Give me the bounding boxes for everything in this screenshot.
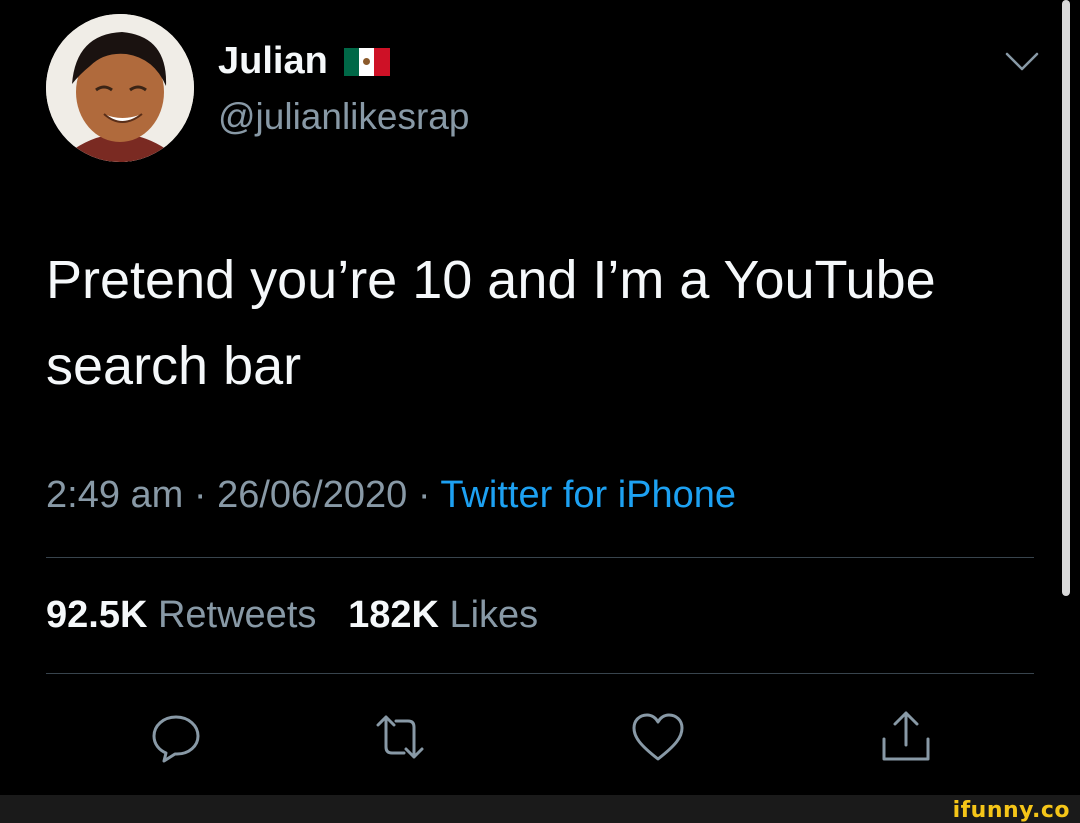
mexico-flag-icon [343,47,390,76]
author-name[interactable]: Julian [218,40,328,83]
share-icon[interactable] [876,707,936,767]
reply-icon[interactable] [146,707,206,767]
retweets-count: 92.5K [46,594,148,636]
tweet-card: Julian @julianlikesrap Pretend you’re 10… [0,0,1080,795]
meta-separator: · [193,474,218,516]
watermark-bar [0,795,1080,823]
tweet-date[interactable]: 26/06/2020 [217,474,407,516]
tweet-text: Pretend you’re 10 and I’m a YouTube sear… [46,250,936,396]
author-handle[interactable]: @julianlikesrap [218,96,469,138]
avatar[interactable] [46,14,194,162]
retweets-stat[interactable]: 92.5K Retweets [46,594,327,636]
likes-label: Likes [449,594,539,636]
tweet-source[interactable]: Twitter for iPhone [440,474,736,516]
chevron-down-icon[interactable] [1004,50,1040,74]
divider [46,673,1034,674]
author-name-row[interactable]: Julian [218,40,390,83]
likes-count: 182K [348,594,439,636]
like-icon[interactable] [628,707,688,767]
likes-stat[interactable]: 182K Likes [348,594,538,636]
tweet-metadata: 2:49 am · 26/06/2020 · Twitter for iPhon… [46,474,736,517]
tweet-stats: 92.5K Retweets 182K Likes [46,594,538,637]
divider [46,557,1034,558]
ifunny-watermark: ifunny.co [952,798,1070,823]
scrollbar[interactable] [1062,0,1070,596]
retweet-icon[interactable] [370,707,430,767]
meta-separator: · [417,474,441,516]
retweets-label: Retweets [157,594,317,636]
tweet-time[interactable]: 2:49 am [46,474,183,516]
